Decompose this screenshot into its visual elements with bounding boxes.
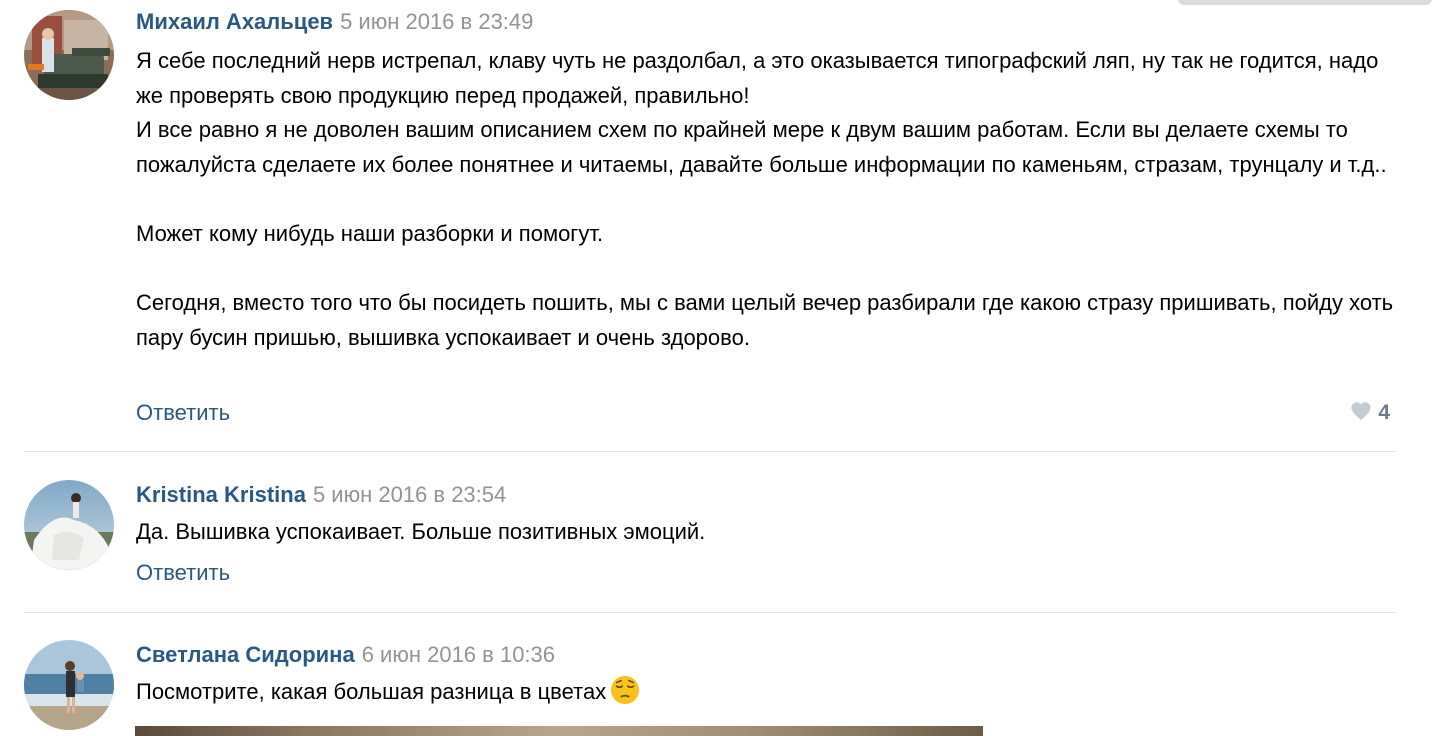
reply-button[interactable]: Ответить xyxy=(136,560,230,586)
comment-divider xyxy=(24,612,1396,613)
comment-blank-line xyxy=(136,182,1398,217)
comment-text: Посмотрите, какая большая разница в цвет… xyxy=(136,675,1398,716)
comment-divider xyxy=(24,451,1396,452)
like-count: 4 xyxy=(1378,401,1390,424)
comment-text-span: Посмотрите, какая большая разница в цвет… xyxy=(136,679,607,704)
comment-date[interactable]: 5 июн 2016 в 23:54 xyxy=(313,482,506,507)
avatar[interactable] xyxy=(24,10,114,100)
scrollbar-thumb[interactable] xyxy=(1178,0,1432,5)
comment-text: Да. Вышивка успокаивает. Больше позитивн… xyxy=(136,515,1398,550)
comment-text: Я себе последний нерв истрепал, клаву чу… xyxy=(136,44,1398,355)
attached-photo[interactable] xyxy=(135,726,983,736)
avatar[interactable] xyxy=(24,640,114,730)
pensive-face-emoji-icon xyxy=(610,675,640,716)
author-name[interactable]: Михаил Ахальцев xyxy=(136,9,333,34)
comment-paragraph: Я себе последний нерв истрепал, клаву чу… xyxy=(136,48,1379,108)
heart-icon xyxy=(1350,401,1372,426)
comment-blank-line xyxy=(136,252,1398,287)
comment-date[interactable]: 5 июн 2016 в 23:49 xyxy=(340,9,533,34)
like-button[interactable]: 4 xyxy=(1350,400,1390,426)
comment-date[interactable]: 6 июн 2016 в 10:36 xyxy=(362,642,555,667)
comment-paragraph: Может кому нибудь наши разборки и помогу… xyxy=(136,220,604,246)
author-name[interactable]: Kristina Kristina xyxy=(136,482,306,507)
comment-paragraph: Сегодня, вместо того что бы посидеть пош… xyxy=(136,290,1394,350)
reply-button[interactable]: Ответить xyxy=(136,400,230,426)
comment-paragraph: И все равно я не доволен вашим описанием… xyxy=(136,117,1387,177)
comment-paragraph: Посмотрите, какая большая разница в цвет… xyxy=(136,675,1398,716)
comment-paragraph: Да. Вышивка успокаивает. Больше позитивн… xyxy=(136,519,706,544)
author-name[interactable]: Светлана Сидорина xyxy=(136,642,355,667)
avatar[interactable] xyxy=(24,480,114,570)
